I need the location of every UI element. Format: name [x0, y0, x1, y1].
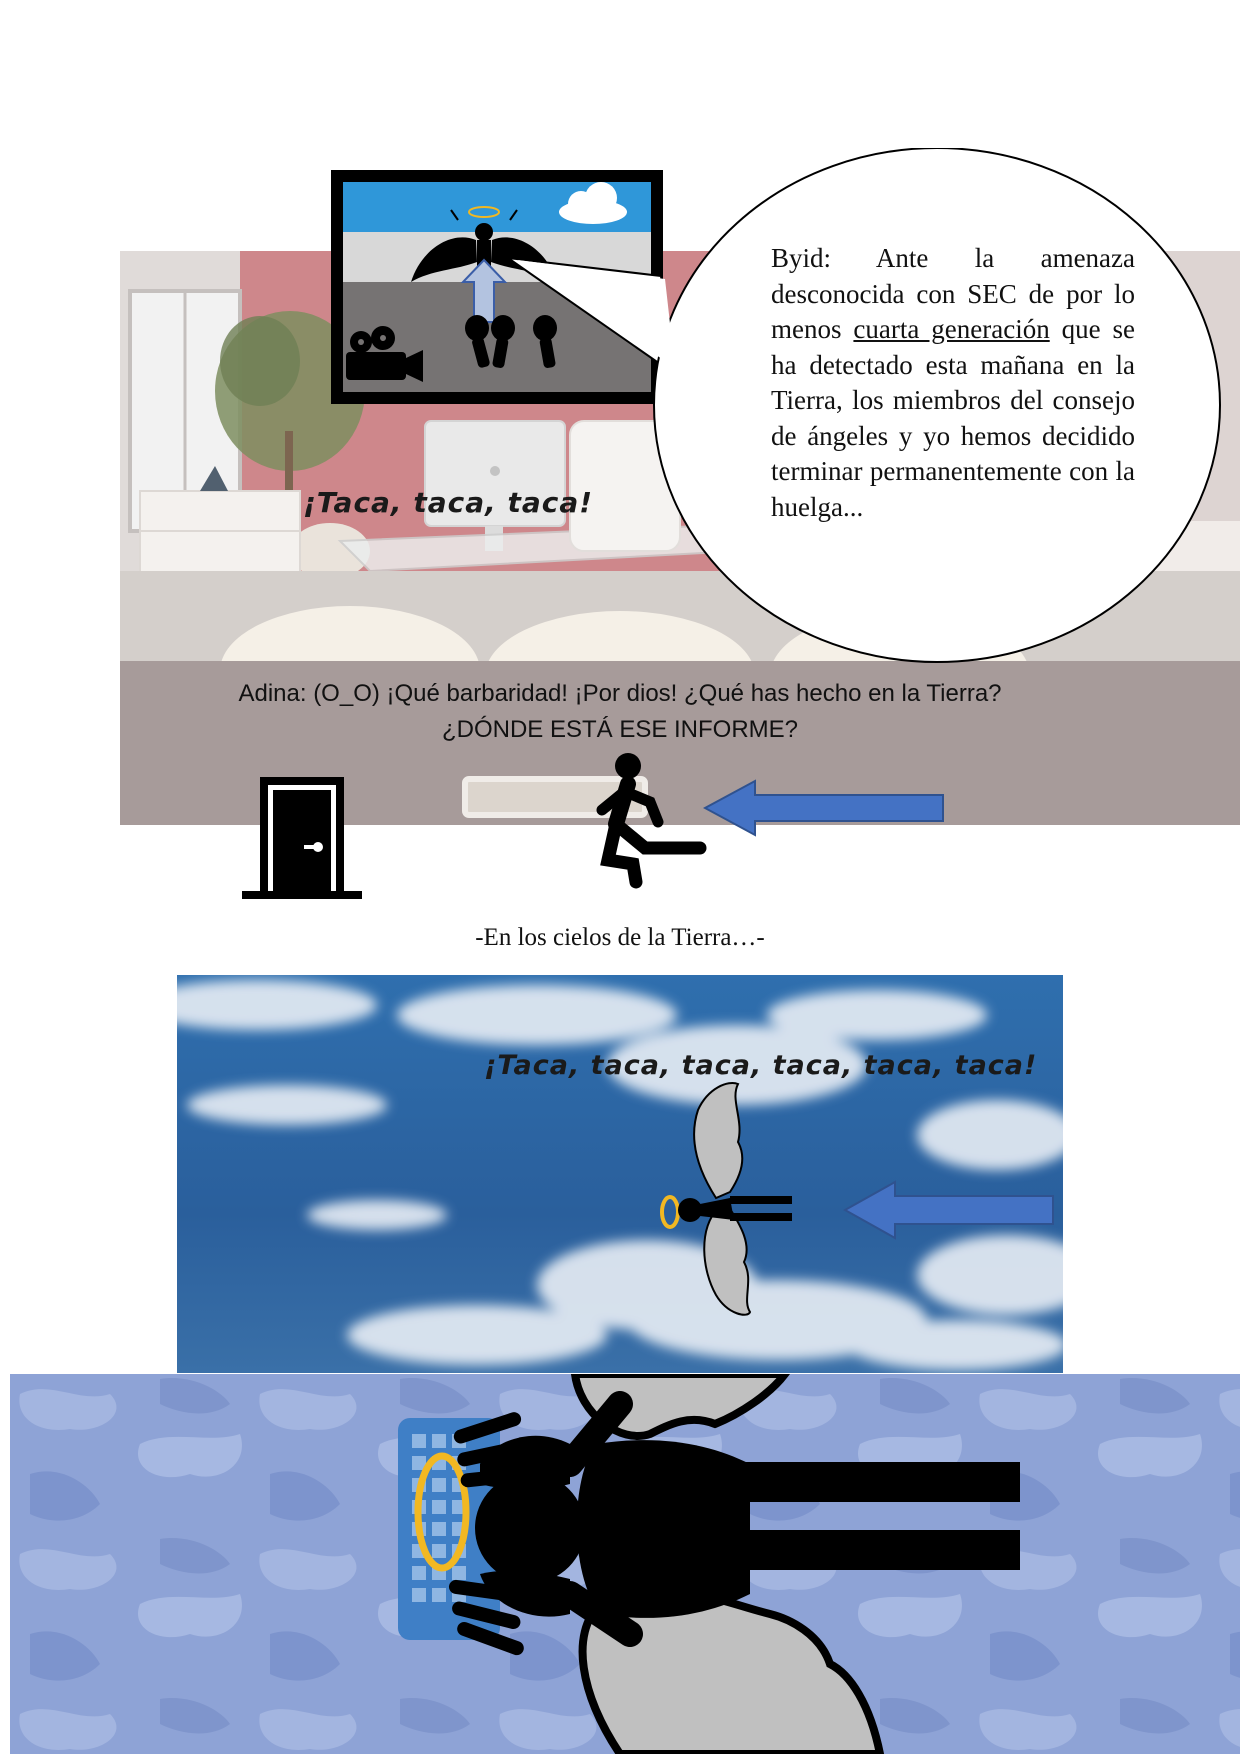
dialogue-line-1: Adina: (O_O) ¡Qué barbaridad! ¡Por dios!…: [238, 680, 1002, 707]
speech-underlined: cuarta generación: [853, 314, 1050, 344]
scene-caption: -En los cielos de la Tierra…-: [475, 924, 765, 951]
dialogue-line-2: ¿DÓNDE ESTÁ ESE INFORME?: [441, 716, 799, 743]
door-icon: [242, 777, 362, 899]
sound-effect-typing-sky: ¡Taca, taca, taca, taca, taca, taca!: [484, 1050, 1038, 1081]
running-man-icon: [596, 753, 707, 889]
sky-scene: [177, 975, 1063, 1373]
left-arrow-icon-sky: [843, 1180, 1054, 1240]
speaker-name: Byid:: [771, 243, 832, 273]
sound-effect-typing: ¡Taca, taca, taca!: [303, 486, 594, 519]
speech-text: Byid: Ante la amenaza desconocida con SE…: [771, 241, 1135, 525]
closeup-scene: [10, 1374, 1240, 1754]
speech-part-2: que se ha detectado esta mañana en la Ti…: [771, 314, 1136, 522]
flying-angel-icon: [660, 1082, 792, 1316]
dialogue-adina: Adina: (O_O) ¡Qué barbaridad! ¡Por dios!…: [150, 676, 1090, 748]
closeup-panel: [10, 1374, 1240, 1754]
left-arrow-icon: [703, 779, 944, 837]
sky-panel: [177, 975, 1063, 1373]
